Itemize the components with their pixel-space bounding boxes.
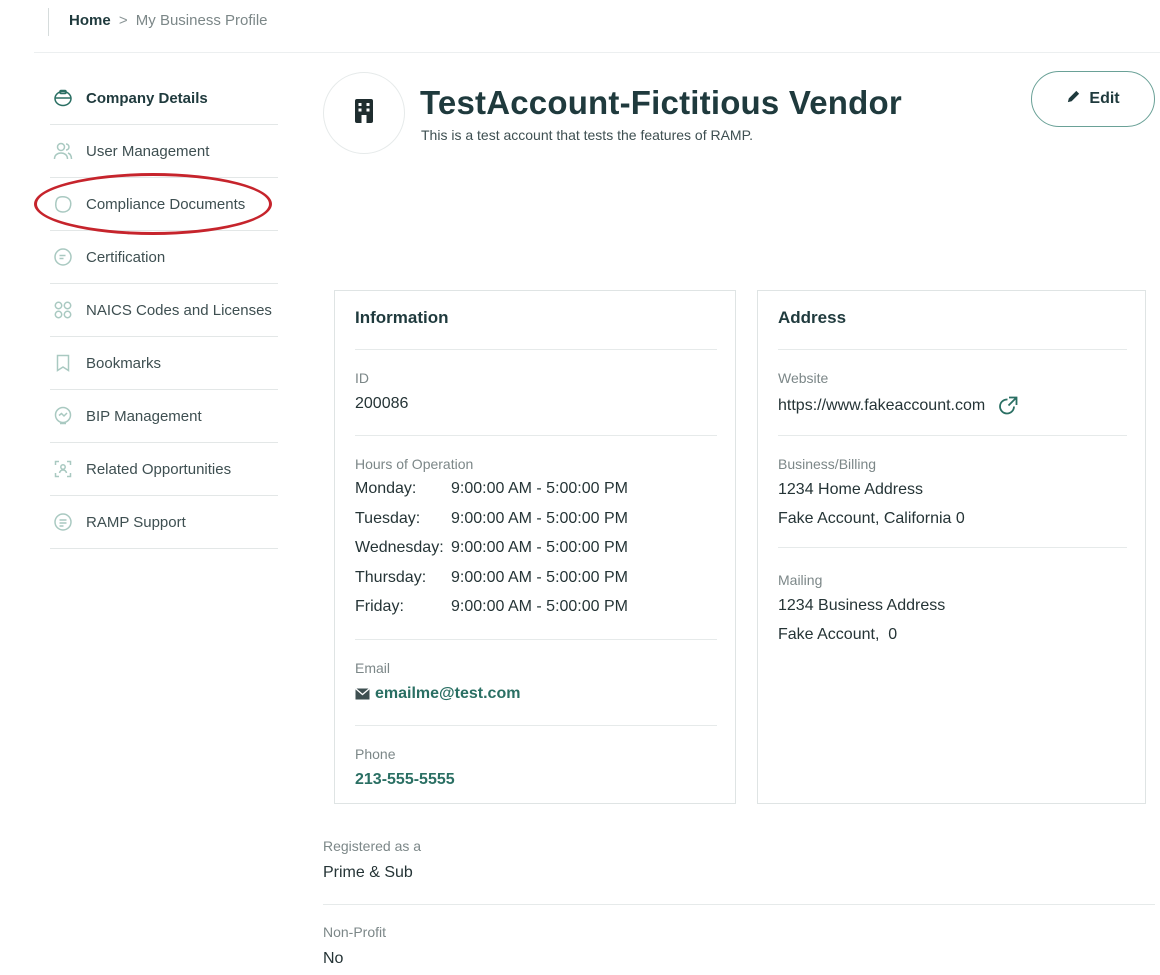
- sidebar-item-label: RAMP Support: [86, 513, 186, 531]
- website-link[interactable]: https://www.fakeaccount.com: [778, 395, 1019, 417]
- hours-value: 9:00:00 AM - 5:00:00 PM: [451, 509, 628, 527]
- registered-label: Registered as a: [323, 838, 422, 854]
- certificate-icon: [52, 246, 74, 268]
- company-avatar: [323, 72, 405, 154]
- billing-line-1: 1234 Home Address: [778, 481, 923, 498]
- sidebar-item-label: NAICS Codes and Licenses: [86, 301, 272, 319]
- hours-value: 9:00:00 AM - 5:00:00 PM: [451, 568, 628, 586]
- sidebar-item-company-details[interactable]: Company Details: [50, 72, 278, 125]
- hours-value: 9:00:00 AM - 5:00:00 PM: [451, 480, 628, 497]
- phone-link[interactable]: 213-555-5555: [355, 771, 455, 789]
- id-label: ID: [355, 370, 369, 386]
- divider: [355, 349, 717, 350]
- sidebar-item-compliance-documents[interactable]: Compliance Documents: [50, 178, 278, 231]
- mailing-line-2: Fake Account, 0: [778, 626, 898, 643]
- sidebar-item-naics-codes[interactable]: NAICS Codes and Licenses: [50, 284, 278, 337]
- sidebar-nav: Company Details User Management Complian…: [50, 72, 278, 549]
- nonprofit-label: Non-Profit: [323, 924, 387, 940]
- day-label: Monday:: [355, 480, 417, 497]
- sidebar-item-bip-management[interactable]: BIP Management: [50, 390, 278, 443]
- breadcrumb-current: My Business Profile: [135, 12, 268, 29]
- sidebar-item-bookmarks[interactable]: Bookmarks: [50, 337, 278, 390]
- sidebar-item-label: Company Details: [86, 89, 208, 107]
- company-description: This is a test account that tests the fe…: [421, 127, 754, 143]
- company-icon: [52, 87, 74, 109]
- envelope-icon: [355, 688, 370, 700]
- id-value: 200086: [355, 395, 409, 412]
- bookmark-icon: [52, 352, 74, 374]
- users-icon: [52, 140, 74, 162]
- sidebar-item-certification[interactable]: Certification: [50, 231, 278, 284]
- list-item: Tuesday: 9:00:00 AM - 5:00:00 PM: [355, 510, 628, 540]
- hours-list: Monday: 9:00:00 AM - 5:00:00 PM Tuesday: 9…: [355, 480, 628, 628]
- website-value: https://www.fakeaccount.com: [778, 397, 986, 414]
- day-label: Tuesday:: [355, 509, 421, 527]
- bip-icon: [52, 405, 74, 427]
- grid-icon: [52, 299, 74, 321]
- divider: [778, 349, 1127, 350]
- list-item: Wednesday: 9:00:00 AM - 5:00:00 PM: [355, 539, 628, 569]
- email-link[interactable]: emailme@test.com: [355, 685, 520, 703]
- divider: [778, 547, 1127, 548]
- header-divider: [34, 52, 1160, 53]
- edit-button-label: Edit: [1089, 90, 1120, 107]
- billing-label: Business/Billing: [778, 456, 877, 472]
- divider: [355, 435, 717, 436]
- list-item: Thursday: 9:00:00 AM - 5:00:00 PM: [355, 569, 628, 599]
- sidebar-item-label: Bookmarks: [86, 354, 162, 372]
- sidebar-item-user-management[interactable]: User Management: [50, 125, 278, 178]
- sidebar-item-related-opportunities[interactable]: Related Opportunities: [50, 443, 278, 496]
- website-label: Website: [778, 370, 829, 386]
- mailing-line-1: 1234 Business Address: [778, 597, 946, 614]
- sidebar-item-label: User Management: [86, 142, 210, 160]
- sidebar-item-label: Related Opportunities: [86, 460, 232, 478]
- documents-icon: [52, 193, 74, 215]
- hours-value: 9:00:00 AM - 5:00:00 PM: [451, 539, 628, 556]
- address-card: Address Website https://www.fakeaccount.…: [757, 290, 1146, 804]
- breadcrumb: Home > My Business Profile: [48, 8, 268, 36]
- divider: [323, 904, 1155, 905]
- nonprofit-value: No: [323, 950, 344, 967]
- sidebar-item-ramp-support[interactable]: RAMP Support: [50, 496, 278, 549]
- address-title: Address: [778, 308, 847, 327]
- opportunities-icon: [52, 458, 74, 480]
- phone-label: Phone: [355, 746, 396, 762]
- list-item: Monday: 9:00:00 AM - 5:00:00 PM: [355, 480, 628, 510]
- pencil-icon: [1066, 89, 1089, 109]
- information-title: Information: [355, 308, 449, 327]
- building-icon: [353, 98, 375, 129]
- day-label: Thursday:: [355, 568, 427, 586]
- information-card: Information ID 200086 Hours of Operation…: [334, 290, 736, 804]
- sidebar-item-label: BIP Management: [86, 407, 202, 425]
- day-label: Wednesday:: [355, 539, 444, 556]
- email-value: emailme@test.com: [375, 685, 521, 702]
- page-title: TestAccount-Fictitious Vendor: [420, 84, 902, 121]
- hours-value: 9:00:00 AM - 5:00:00 PM: [451, 598, 628, 615]
- breadcrumb-home-link[interactable]: Home: [69, 12, 111, 29]
- sidebar-item-label: Compliance Documents: [86, 195, 246, 213]
- divider: [778, 435, 1127, 436]
- external-link-icon[interactable]: [997, 395, 1019, 417]
- breadcrumb-separator: >: [118, 12, 128, 29]
- hours-label: Hours of Operation: [355, 456, 474, 472]
- edit-button[interactable]: Edit: [1031, 71, 1155, 127]
- day-label: Friday:: [355, 598, 404, 615]
- list-item: Friday: 9:00:00 AM - 5:00:00 PM: [355, 598, 628, 628]
- billing-line-2: Fake Account, California 0: [778, 510, 965, 527]
- registered-value: Prime & Sub: [323, 864, 413, 881]
- support-icon: [52, 511, 74, 533]
- sidebar-item-label: Certification: [86, 248, 166, 266]
- divider: [355, 725, 717, 726]
- mailing-label: Mailing: [778, 572, 823, 588]
- email-label: Email: [355, 660, 391, 676]
- divider: [355, 639, 717, 640]
